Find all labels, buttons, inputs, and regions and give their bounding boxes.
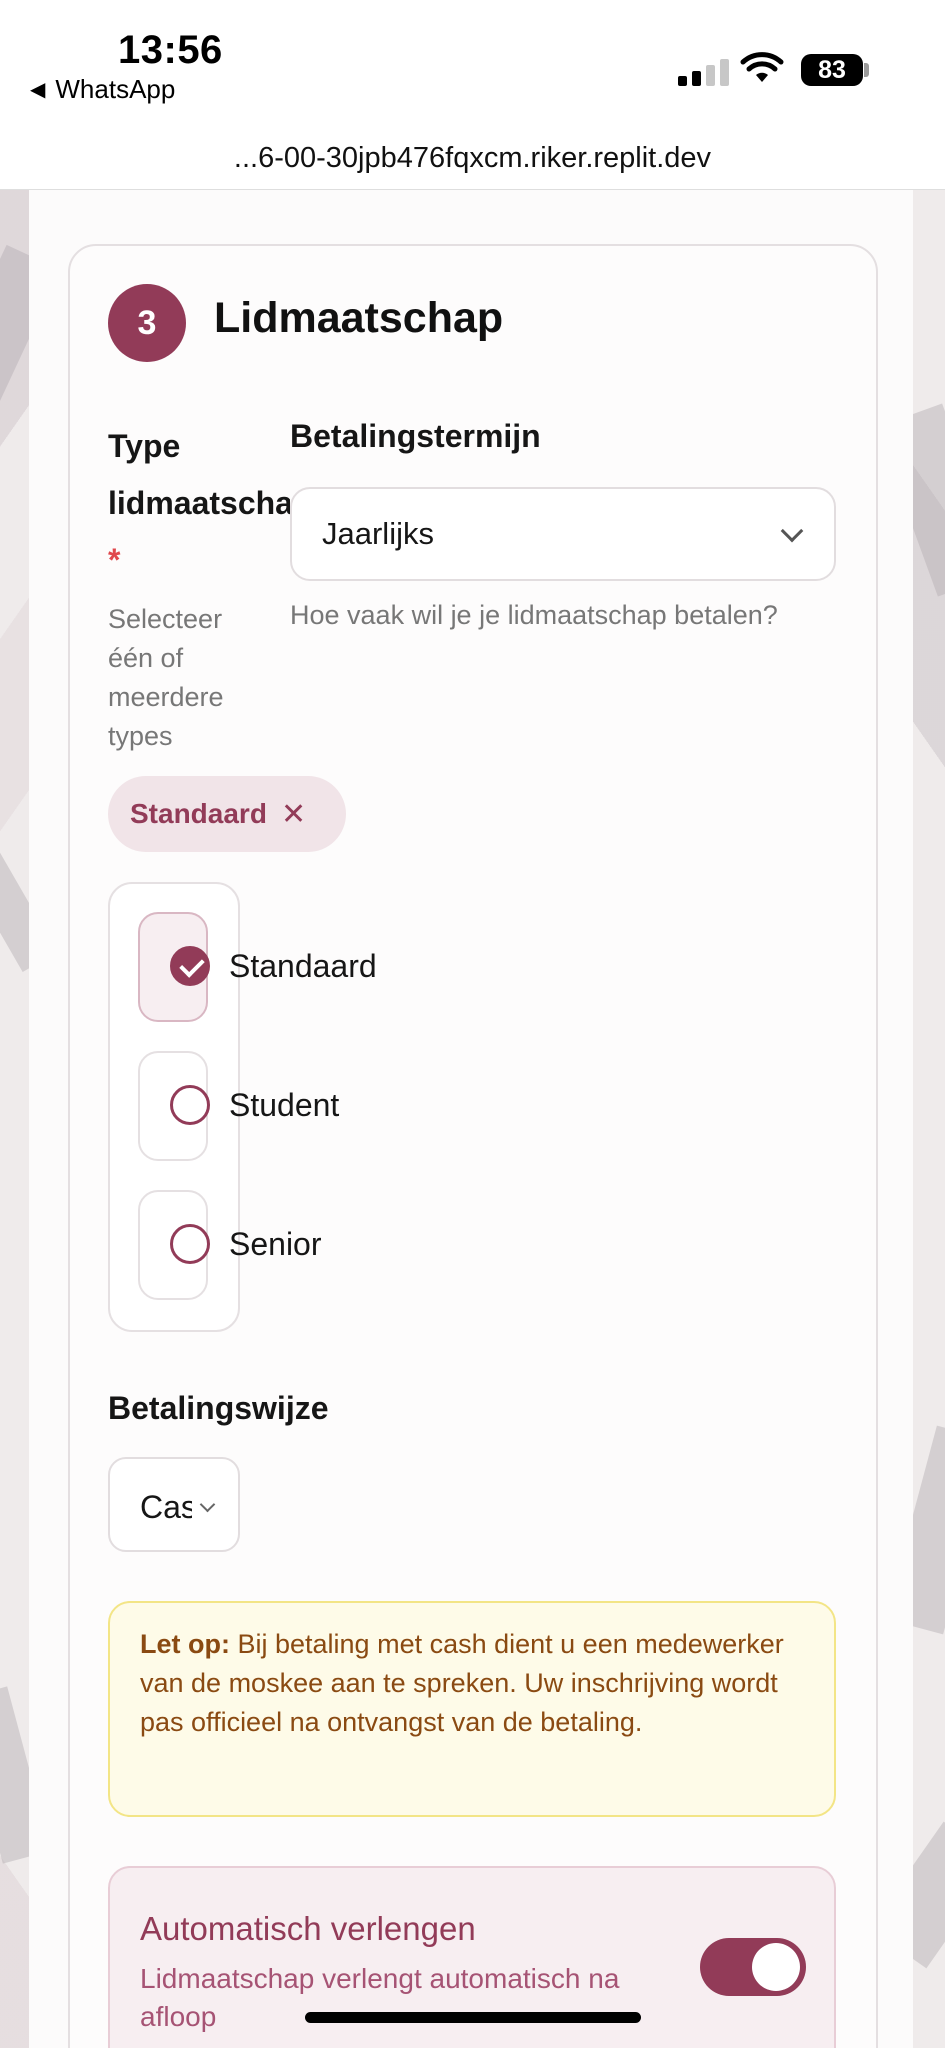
back-to-app-link[interactable]: ◀ WhatsApp	[30, 74, 175, 105]
step-number-badge: 3	[108, 284, 186, 362]
option-student-checkbox[interactable]	[170, 1085, 210, 1125]
membership-type-help: Selecteer één of meerdere types	[108, 604, 224, 751]
payment-method-select[interactable]: Cash	[108, 1457, 240, 1552]
notice-text: Bij betaling met cash dient u een medewe…	[140, 1629, 784, 1737]
battery-tip	[864, 63, 869, 77]
option-standaard-label[interactable]: Standaard	[229, 948, 377, 985]
membership-type-label-text: Type lidmaatschap	[108, 428, 290, 521]
option-standaard-checkbox[interactable]	[170, 946, 210, 986]
auto-renew-title: Automatisch verlengen	[140, 1910, 476, 1947]
notice-bold: Let op:	[140, 1629, 230, 1659]
chip-label: Standaard	[130, 798, 267, 829]
cellular-signal-icon	[678, 58, 729, 86]
payment-term-select[interactable]: Jaarlijks	[290, 487, 836, 581]
option-senior-checkbox[interactable]	[170, 1224, 210, 1264]
payment-term-value: Jaarlijks	[322, 516, 434, 551]
option-student-label[interactable]: Student	[229, 1087, 339, 1124]
option-senior-label[interactable]: Senior	[229, 1226, 322, 1263]
payment-term-label: Betalingstermijn	[290, 418, 541, 454]
payment-method-label: Betalingswijze	[108, 1390, 329, 1426]
battery-icon: 83	[801, 54, 863, 86]
selected-type-chip: Standaard ✕	[108, 776, 346, 852]
section-title: Lidmaatschap	[214, 294, 504, 342]
required-asterisk: *	[108, 542, 121, 578]
chevron-down-icon	[780, 519, 804, 543]
back-arrow-icon: ◀	[30, 79, 46, 101]
auto-renew-description: Lidmaatschap verlengt automatisch na afl…	[140, 1963, 620, 2032]
cash-payment-notice: Let op: Bij betaling met cash dient u ee…	[108, 1601, 836, 1817]
url-text: ...6-00-30jpb476fqxcm.riker.replit.dev	[233, 142, 712, 174]
payment-method-value: Cash	[140, 1489, 192, 1525]
status-bar: 13:56 ◀ WhatsApp 83	[0, 0, 945, 128]
url-bar[interactable]: ...6-00-30jpb476fqxcm.riker.replit.dev	[0, 128, 945, 190]
chevron-down-icon	[199, 1496, 216, 1513]
clock: 13:56	[118, 28, 223, 72]
back-app-label: WhatsApp	[55, 74, 176, 104]
chip-remove-icon[interactable]: ✕	[281, 797, 306, 832]
payment-term-help: Hoe vaak wil je je lidmaatschap betalen?	[290, 600, 778, 630]
membership-type-label: Type lidmaatschap *	[108, 418, 290, 589]
toggle-knob	[752, 1943, 800, 1991]
auto-renew-toggle[interactable]	[700, 1938, 806, 1996]
home-indicator[interactable]	[305, 2012, 641, 2023]
wifi-icon	[740, 52, 784, 82]
